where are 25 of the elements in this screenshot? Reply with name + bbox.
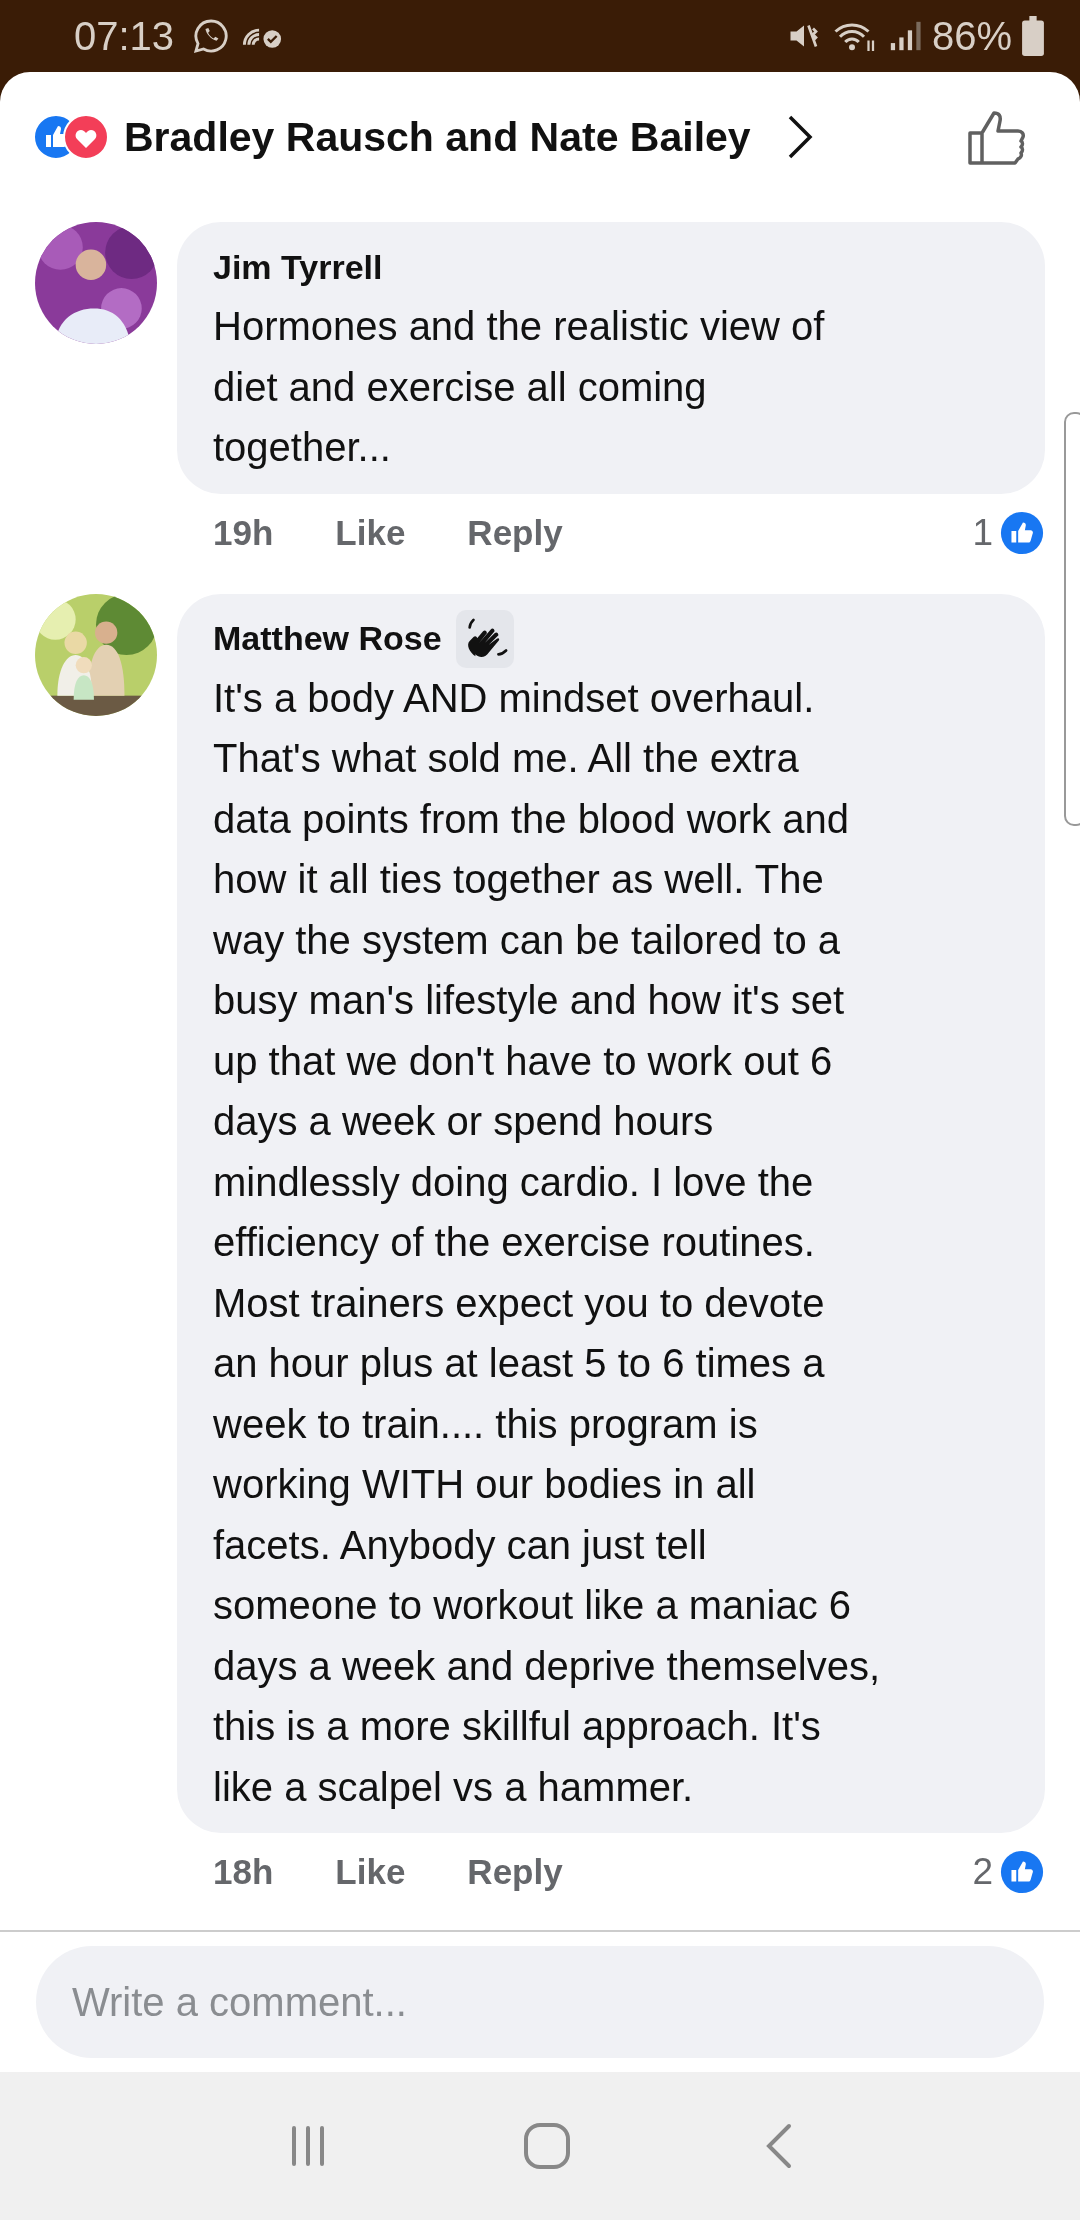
reaction-count: 1 <box>972 511 993 554</box>
comment-action-link[interactable]: Reply <box>467 512 563 553</box>
reaction-count: 2 <box>972 1851 993 1893</box>
battery-icon <box>1022 16 1044 56</box>
home-icon[interactable] <box>522 2121 572 2171</box>
chat-app-icon <box>192 17 231 55</box>
comment-action-link[interactable]: Like <box>335 512 406 553</box>
reactions-title[interactable]: Bradley Rausch and Nate Bailey <box>124 113 751 161</box>
like-reaction-icon <box>999 509 1045 556</box>
comment-time: 19h <box>213 512 274 553</box>
battery-percent: 86% <box>931 13 1012 59</box>
wave-badge-icon <box>455 609 514 668</box>
scrollbar[interactable] <box>1064 412 1080 826</box>
back-icon[interactable] <box>764 2122 794 2170</box>
comment-text: Hormones and the realistic view of diet and exercise all coming together... <box>213 303 826 471</box>
comment-action-link[interactable]: Reply <box>467 1852 563 1892</box>
comment-author[interactable]: Matthew Rose <box>213 619 442 658</box>
comment-text: It's a body AND mindset overhaul. That's what sold me. All the extra data points from the blood work and how it all ties together as well. The way the system can be tailored to a busy man's lifestyle and how it's set up that we don't have to work out 6 days a week or spend hours mindlessly doing cardio. I love the efficiency of the exercise routines. Most trainers expect you to devote an hour plus at least 5 to 6 times a week to train.... this program is working WITH our bodies in all facets. Anybody can just tell someone to workout like a maniac 6 days a week and deprive themselves, this is a more skillful approach. It's like a scalpel vs a hammer. <box>213 674 882 1811</box>
like-reaction-icon <box>999 1849 1045 1895</box>
comment-action-link[interactable]: Like <box>335 1852 406 1892</box>
status-time: 07:13 <box>74 13 175 59</box>
comment-input-field[interactable]: Write a comment... <box>36 1946 1044 2058</box>
comment-time: 18h <box>213 1852 274 1892</box>
comment-author[interactable]: Jim Tyrrell <box>213 247 383 287</box>
reactions-icon <box>32 113 110 161</box>
